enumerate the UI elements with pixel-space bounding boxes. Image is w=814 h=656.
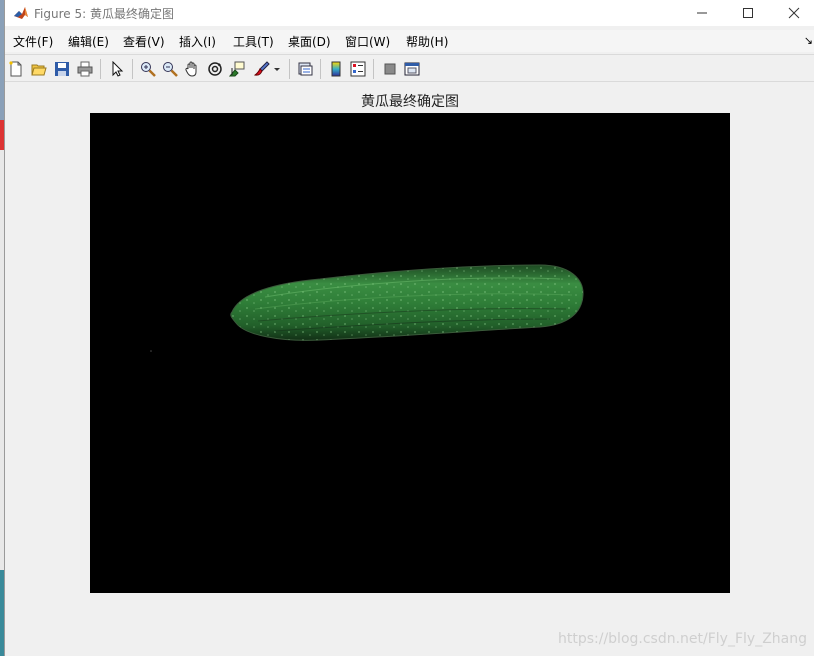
- brush-dropdown-button[interactable]: [271, 59, 283, 79]
- zoom-in-icon: [141, 62, 156, 77]
- open-file-button[interactable]: [29, 59, 49, 79]
- save-icon: [55, 62, 69, 76]
- watermark: https://blog.csdn.net/Fly_Fly_Zhang: [557, 631, 807, 647]
- figure-toolbar: [5, 54, 814, 82]
- menu-desktop[interactable]: 桌面(D): [288, 33, 331, 50]
- edit-plot-button[interactable]: [107, 59, 127, 79]
- figure-window: Figure 5: 黄瓜最终确定图 文件(F) 编辑(E) 查看(V) 插入(I…: [4, 0, 814, 656]
- new-figure-button[interactable]: [6, 59, 26, 79]
- data-cursor-icon: [229, 61, 245, 77]
- legend-icon: [350, 61, 366, 77]
- menu-bar: 文件(F) 编辑(E) 查看(V) 插入(I) 工具(T) 桌面(D) 窗口(W…: [5, 30, 814, 52]
- show-plot-tools-icon: [404, 62, 420, 76]
- menu-insert[interactable]: 插入(I): [179, 33, 216, 50]
- link-plot-icon: [298, 62, 313, 76]
- zoom-out-icon: [163, 62, 178, 77]
- menu-view[interactable]: 查看(V): [123, 33, 165, 50]
- open-file-icon: [31, 64, 47, 76]
- new-figure-icon: [9, 61, 22, 77]
- save-button[interactable]: [52, 59, 72, 79]
- brush-button[interactable]: [252, 59, 272, 79]
- rotate-3d-icon: [208, 62, 222, 76]
- cucumber-image: [90, 113, 730, 593]
- maximize-icon: [743, 8, 753, 18]
- zoom-in-button[interactable]: [138, 59, 158, 79]
- print-icon: [77, 61, 93, 77]
- colorbar-icon: [331, 61, 341, 77]
- axes-title: 黄瓜最终确定图: [361, 94, 459, 110]
- show-plot-tools-button[interactable]: [402, 59, 422, 79]
- data-cursor-button[interactable]: [227, 59, 247, 79]
- minimize-button[interactable]: [679, 0, 725, 26]
- menu-file[interactable]: 文件(F): [13, 33, 53, 50]
- edit-plot-icon: [112, 61, 124, 77]
- title-bar[interactable]: Figure 5: 黄瓜最终确定图: [5, 0, 814, 26]
- close-button[interactable]: [771, 0, 814, 26]
- menu-help[interactable]: 帮助(H): [406, 33, 448, 50]
- pan-icon: [185, 61, 197, 77]
- brush-dropdown-icon: [274, 68, 280, 71]
- dock-arrow-icon[interactable]: ↘: [804, 34, 813, 47]
- colorbar-button[interactable]: [326, 59, 346, 79]
- brush-icon: [254, 61, 270, 76]
- close-icon: [788, 7, 800, 19]
- hide-plot-tools-button[interactable]: [380, 59, 400, 79]
- maximize-button[interactable]: [725, 0, 771, 26]
- menu-window[interactable]: 窗口(W): [345, 33, 390, 50]
- matlab-icon: [13, 5, 29, 21]
- image-display: [90, 113, 730, 593]
- menu-edit[interactable]: 编辑(E): [68, 33, 109, 50]
- legend-button[interactable]: [348, 59, 368, 79]
- figure-canvas: 黄瓜最终确定图 https://blog.csdn.net/Fly_Fly_Zh…: [5, 82, 814, 656]
- link-plot-button[interactable]: [295, 59, 315, 79]
- zoom-out-button[interactable]: [160, 59, 180, 79]
- window-title: Figure 5: 黄瓜最终确定图: [34, 7, 174, 21]
- rotate-3d-button[interactable]: [205, 59, 225, 79]
- menu-tools[interactable]: 工具(T): [233, 33, 274, 50]
- pan-button[interactable]: [182, 59, 202, 79]
- print-button[interactable]: [75, 59, 95, 79]
- minimize-icon: [697, 12, 707, 14]
- hide-plot-tools-icon: [384, 63, 396, 75]
